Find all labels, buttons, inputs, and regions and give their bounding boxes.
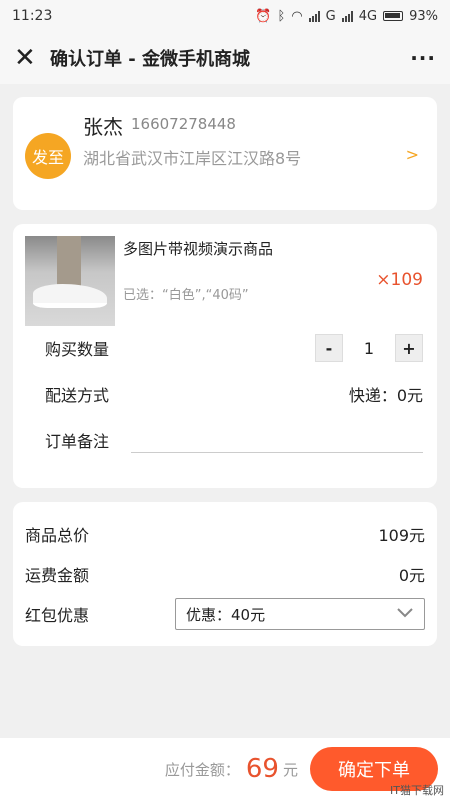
shipping-label: 运费金额	[25, 566, 90, 585]
network-label-2: 4G	[358, 8, 378, 24]
product-name: 多图片带视频演示商品	[123, 240, 274, 258]
chevron-down-icon	[396, 605, 414, 623]
product-options: 已选：“白色”,“40码”	[123, 288, 249, 303]
signal-icon-2	[341, 10, 353, 22]
recipient-address: 湖北省武汉市江岸区江汉路8号	[83, 149, 302, 168]
product-image-leg	[57, 236, 81, 288]
status-bar: 11:23 ⏰ ᛒ ◠ G 4G 93%	[0, 0, 450, 32]
status-time: 11:23	[12, 8, 53, 24]
close-icon[interactable]: ✕	[14, 45, 44, 71]
recipient-phone: 16607278448	[131, 115, 236, 133]
battery-percent: 93%	[409, 8, 438, 24]
watermark: IT猫下载网	[390, 784, 444, 797]
delivery-row: 配送方式 快递：0元	[45, 380, 423, 408]
total-label: 商品总价	[25, 526, 90, 545]
coupon-selected-value: 优惠：40元	[186, 605, 266, 624]
coupon-label: 红包优惠	[25, 606, 90, 625]
checkout-bar: 应付金额： 69 元 确定下单 IT猫下载网	[0, 738, 450, 800]
quantity-row: 购买数量 - 1 +	[45, 332, 423, 364]
quantity-label: 购买数量	[45, 340, 110, 359]
total-value: 109元	[378, 526, 425, 545]
chevron-right-icon[interactable]: >	[406, 145, 419, 164]
shipping-value: 0元	[398, 566, 425, 585]
bluetooth-icon: ᛒ	[277, 8, 286, 24]
more-icon[interactable]: ···	[410, 46, 436, 70]
coupon-select[interactable]: 优惠：40元	[175, 598, 425, 630]
product-quantity: ×109	[376, 270, 423, 290]
top-bar: ✕ 确认订单 - 金微手机商城 ···	[0, 32, 450, 84]
note-row: 订单备注	[45, 426, 423, 454]
quantity-value[interactable]: 1	[343, 339, 395, 358]
delivery-label: 配送方式	[45, 386, 110, 405]
note-label: 订单备注	[45, 432, 110, 451]
product-image	[25, 236, 115, 326]
total-row: 商品总价 109元	[25, 522, 425, 546]
goods-card: 多图片带视频演示商品 已选：“白色”,“40码” ×109 购买数量 - 1 +…	[13, 224, 437, 488]
note-input[interactable]	[131, 452, 423, 453]
address-card[interactable]: 发至 张杰 16607278448 湖北省武汉市江岸区江汉路8号 >	[13, 97, 437, 210]
alarm-icon: ⏰	[255, 8, 272, 24]
pay-unit: 元	[282, 760, 298, 779]
status-icons: ⏰ ᛒ ◠ G 4G 93%	[255, 9, 438, 24]
signal-icon	[308, 10, 320, 22]
product-image-shoe	[33, 284, 107, 308]
pay-label: 应付金额：	[164, 760, 240, 779]
pay-amount: 69	[245, 754, 279, 784]
price-summary-card: 商品总价 109元 运费金额 0元 红包优惠 优惠：40元	[13, 502, 437, 646]
page-title: 确认订单 - 金微手机商城	[50, 49, 251, 70]
shipping-row: 运费金额 0元	[25, 562, 425, 586]
recipient-name: 张杰	[83, 115, 123, 139]
battery-icon	[383, 11, 404, 21]
delivery-value[interactable]: 快递：0元	[349, 382, 423, 406]
wifi-icon: ◠	[291, 8, 303, 24]
ship-to-badge: 发至	[25, 133, 71, 179]
increment-button[interactable]: +	[395, 334, 423, 362]
quantity-stepper: - 1 +	[315, 334, 423, 362]
decrement-button[interactable]: -	[315, 334, 343, 362]
network-label: G	[325, 8, 336, 24]
